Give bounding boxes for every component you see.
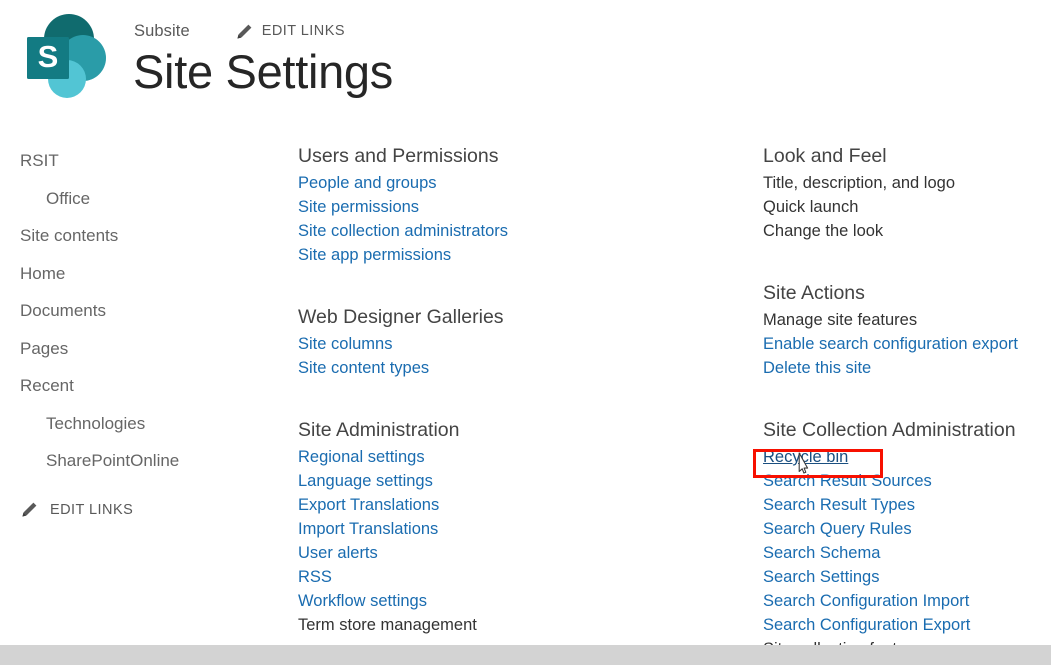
- settings-link-import-translations[interactable]: Import Translations: [298, 517, 438, 541]
- page-title: Site Settings: [133, 46, 393, 99]
- settings-link-search-result-sources[interactable]: Search Result Sources: [763, 469, 932, 493]
- settings-link-site-columns[interactable]: Site columns: [298, 332, 392, 356]
- sidebar-item-rsit[interactable]: RSIT: [0, 142, 280, 180]
- settings-link-change-the-look: Change the look: [763, 219, 883, 243]
- group-title: Users and Permissions: [298, 142, 728, 171]
- settings-link-site-permissions[interactable]: Site permissions: [298, 195, 419, 219]
- settings-column-middle: Users and PermissionsPeople and groupsSi…: [298, 142, 728, 637]
- page-header: S Subsite EDIT LINKS Site Settings: [0, 0, 1051, 125]
- site-settings-page: S Subsite EDIT LINKS Site Settings RSITO…: [0, 0, 1051, 665]
- edit-links-top-label: EDIT LINKS: [262, 23, 345, 39]
- settings-link-search-configuration-export[interactable]: Search Configuration Export: [763, 613, 970, 637]
- sharepoint-logo-icon: S: [14, 8, 112, 106]
- settings-link-recycle-bin[interactable]: Recycle bin: [763, 445, 848, 469]
- settings-column-right: Look and FeelTitle, description, and log…: [763, 142, 1051, 661]
- settings-link-enable-search-configuration-export[interactable]: Enable search configuration export: [763, 332, 1018, 356]
- settings-group: Look and FeelTitle, description, and log…: [763, 142, 1051, 243]
- sidebar-nav: RSITOfficeSite contentsHomeDocumentsPage…: [0, 142, 280, 522]
- settings-link-regional-settings[interactable]: Regional settings: [298, 445, 425, 469]
- sidebar-item-site-contents[interactable]: Site contents: [0, 217, 280, 255]
- edit-links-top-button[interactable]: EDIT LINKS: [236, 23, 345, 40]
- group-spacer: [763, 380, 1051, 416]
- settings-link-workflow-settings[interactable]: Workflow settings: [298, 589, 427, 613]
- settings-link-people-and-groups[interactable]: People and groups: [298, 171, 437, 195]
- sidebar-item-pages[interactable]: Pages: [0, 330, 280, 368]
- sidebar-item-technologies[interactable]: Technologies: [0, 405, 280, 443]
- settings-link-term-store-management: Term store management: [298, 613, 477, 637]
- settings-group: Site ActionsManage site featuresEnable s…: [763, 279, 1051, 380]
- sidebar-item-sharepointonline[interactable]: SharePointOnline: [0, 442, 280, 480]
- sidebar-item-office[interactable]: Office: [0, 180, 280, 218]
- settings-link-site-app-permissions[interactable]: Site app permissions: [298, 243, 451, 267]
- settings-link-search-settings[interactable]: Search Settings: [763, 565, 879, 589]
- group-title: Site Actions: [763, 279, 1051, 308]
- svg-text:S: S: [38, 39, 59, 74]
- sidebar-item-home[interactable]: Home: [0, 255, 280, 293]
- settings-link-export-translations[interactable]: Export Translations: [298, 493, 439, 517]
- edit-links-sidebar-label: EDIT LINKS: [50, 502, 133, 518]
- settings-link-site-collection-administrators[interactable]: Site collection administrators: [298, 219, 508, 243]
- group-title: Look and Feel: [763, 142, 1051, 171]
- group-title: Site Administration: [298, 416, 728, 445]
- group-spacer: [763, 243, 1051, 279]
- settings-group: Site Collection AdministrationRecycle bi…: [763, 416, 1051, 661]
- settings-group: Site AdministrationRegional settingsLang…: [298, 416, 728, 637]
- group-title: Site Collection Administration: [763, 416, 1051, 445]
- breadcrumb-subsite[interactable]: Subsite: [134, 22, 190, 41]
- settings-link-search-result-types[interactable]: Search Result Types: [763, 493, 915, 517]
- settings-link-search-query-rules[interactable]: Search Query Rules: [763, 517, 912, 541]
- sidebar-item-documents[interactable]: Documents: [0, 292, 280, 330]
- settings-link-title-description-and-logo: Title, description, and logo: [763, 171, 955, 195]
- settings-link-quick-launch: Quick launch: [763, 195, 858, 219]
- settings-group: Web Designer GalleriesSite columnsSite c…: [298, 303, 728, 380]
- sidebar-item-recent[interactable]: Recent: [0, 367, 280, 405]
- group-spacer: [298, 267, 728, 303]
- bottom-band: [0, 645, 1051, 665]
- settings-link-search-configuration-import[interactable]: Search Configuration Import: [763, 589, 969, 613]
- pencil-icon: [236, 23, 253, 40]
- group-title: Web Designer Galleries: [298, 303, 728, 332]
- settings-link-site-content-types[interactable]: Site content types: [298, 356, 429, 380]
- settings-link-language-settings[interactable]: Language settings: [298, 469, 433, 493]
- group-spacer: [298, 380, 728, 416]
- settings-link-delete-this-site[interactable]: Delete this site: [763, 356, 871, 380]
- settings-group: Users and PermissionsPeople and groupsSi…: [298, 142, 728, 267]
- settings-link-manage-site-features: Manage site features: [763, 308, 917, 332]
- settings-link-search-schema[interactable]: Search Schema: [763, 541, 880, 565]
- breadcrumb: Subsite EDIT LINKS: [134, 20, 345, 42]
- settings-link-rss[interactable]: RSS: [298, 565, 332, 589]
- pencil-icon: [21, 501, 38, 518]
- settings-link-user-alerts[interactable]: User alerts: [298, 541, 378, 565]
- edit-links-sidebar-button[interactable]: EDIT LINKS: [0, 498, 280, 522]
